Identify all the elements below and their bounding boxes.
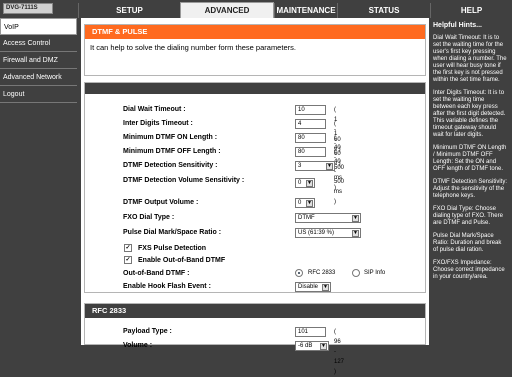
pulse-ratio-value: US (61:39 %) xyxy=(298,230,335,236)
chevron-down-icon: ▼ xyxy=(306,200,313,207)
fxs-pulse-checkbox[interactable]: ✓ xyxy=(124,244,132,252)
pulse-ratio-select[interactable]: US (61:39 %) ▼ xyxy=(295,228,361,238)
top-navigation: DVG-7111S SETUP ADVANCED MAINTENANCE STA… xyxy=(0,0,512,18)
help-paragraph: FXO/FXS Impedance: Choose correct impeda… xyxy=(433,260,505,280)
tab-setup[interactable]: SETUP xyxy=(78,3,180,18)
dial-wait-input[interactable]: 10 xyxy=(295,105,326,115)
volume-sensitivity-select[interactable]: 0 ▼ xyxy=(295,178,315,188)
help-paragraph: Minimum DTMF ON Length / Minimum DTMF OF… xyxy=(433,145,507,172)
volume-sensitivity-label: DTMF Detection Volume Sensitivity : xyxy=(123,177,245,184)
volume-sensitivity-value: 0 xyxy=(298,180,302,186)
min-on-input[interactable]: 80 xyxy=(295,133,326,143)
help-paragraph: DTMF Detection Sensitivity: Adjust the s… xyxy=(433,179,508,199)
dtmf-description: It can help to solve the dialing number … xyxy=(90,43,296,52)
fxo-dial-value: DTMF xyxy=(298,215,315,221)
payload-type-label: Payload Type : xyxy=(123,328,172,335)
min-off-hint: ( 40 - 500 ms ) xyxy=(334,149,345,205)
rfc2833-panel: RFC 2833 xyxy=(84,303,426,345)
tab-status[interactable]: STATUS xyxy=(337,3,430,18)
hook-flash-value: Disable xyxy=(298,284,319,290)
oob-label: Enable Out-of-Band DTMF xyxy=(138,257,226,264)
hook-flash-select[interactable]: Disable ▼ xyxy=(295,282,331,292)
rfc-volume-value: -6 dB xyxy=(298,343,313,349)
fxo-dial-select[interactable]: DTMF ▼ xyxy=(295,213,361,223)
rfc2833-option-label: RFC 2833 xyxy=(308,270,336,276)
help-paragraph: Pulse Dial Mark/Space Ratio: Duration an… xyxy=(433,233,502,253)
inter-digits-label: Inter Digits Timeout : xyxy=(123,120,193,127)
chevron-down-icon: ▼ xyxy=(352,230,359,237)
model-badge: DVG-7111S xyxy=(3,3,53,14)
rfc-volume-select[interactable]: -6 dB ▼ xyxy=(295,341,329,351)
tab-help[interactable]: HELP xyxy=(430,3,512,18)
output-volume-value: 0 xyxy=(298,200,302,206)
dtmf-header-panel: DTMF & PULSE It can help to solve the di… xyxy=(84,24,426,76)
sensitivity-label: DTMF Detection Sensitivity : xyxy=(123,162,218,169)
oob-dtmf-label: Out-of-Band DTMF : xyxy=(123,270,190,277)
help-title: Helpful Hints... xyxy=(433,22,482,29)
oob-checkbox[interactable]: ✓ xyxy=(124,256,132,264)
payload-type-hint: ( 96 - 127 ) xyxy=(334,329,345,375)
sidebar-item-firewall-dmz[interactable]: Firewall and DMZ xyxy=(0,52,77,69)
helpful-hints-sidebar: Helpful Hints... Dial Wait Timeout: It i… xyxy=(429,18,512,345)
sidebar-item-logout[interactable]: Logout xyxy=(0,86,77,103)
chevron-down-icon: ▼ xyxy=(352,215,359,222)
dtmf-title: DTMF & PULSE xyxy=(85,25,425,39)
payload-type-input[interactable]: 101 xyxy=(295,327,326,337)
min-off-label: Minimum DTMF OFF Length : xyxy=(123,148,221,155)
rfc2833-title: RFC 2833 xyxy=(85,304,425,318)
help-paragraph: Dial Wait Timeout: It is to set the wait… xyxy=(433,35,507,83)
chevron-down-icon: ▼ xyxy=(306,180,313,187)
fxs-pulse-label: FXS Pulse Detection xyxy=(138,245,207,252)
rfc-volume-label: Volume : xyxy=(123,342,153,349)
main-content: DTMF & PULSE It can help to solve the di… xyxy=(81,18,429,375)
pulse-ratio-label: Pulse Dial Mark/Space Ratio : xyxy=(123,229,222,236)
sip-info-option-label: SIP Info xyxy=(364,270,386,276)
dial-wait-label: Dial Wait Timeout : xyxy=(123,106,186,113)
dtmf-settings-header xyxy=(85,83,425,94)
sensitivity-select[interactable]: 3 ▼ xyxy=(295,161,335,171)
sidebar-item-advanced-network[interactable]: Advanced Network xyxy=(0,69,77,86)
tab-advanced[interactable]: ADVANCED xyxy=(180,2,274,18)
help-paragraph: Inter Digits Timeout: It is to set the w… xyxy=(433,90,506,138)
min-on-label: Minimum DTMF ON Length : xyxy=(123,134,218,141)
output-volume-label: DTMF Output Volume : xyxy=(123,199,199,206)
rfc2833-radio[interactable] xyxy=(295,269,303,277)
sip-info-radio[interactable] xyxy=(352,269,360,277)
fxo-dial-label: FXO Dial Type : xyxy=(123,214,175,221)
sidebar-item-voip[interactable]: VoIP xyxy=(0,18,77,35)
chevron-down-icon: ▼ xyxy=(326,163,333,170)
inter-digits-input[interactable]: 4 xyxy=(295,119,326,129)
sensitivity-value: 3 xyxy=(298,163,302,169)
help-paragraph: FXO Dial Type: Choose dialing type of FX… xyxy=(433,206,503,226)
hook-flash-label: Enable Hook Flash Event : xyxy=(123,283,211,290)
output-volume-select[interactable]: 0 ▼ xyxy=(295,198,315,208)
min-off-input[interactable]: 80 xyxy=(295,147,326,157)
sidebar: VoIP Access Control Firewall and DMZ Adv… xyxy=(0,18,77,345)
tab-maintenance[interactable]: MAINTENANCE xyxy=(274,3,337,18)
chevron-down-icon: ▼ xyxy=(322,284,329,291)
chevron-down-icon: ▼ xyxy=(320,343,327,350)
sidebar-item-access-control[interactable]: Access Control xyxy=(0,35,77,52)
